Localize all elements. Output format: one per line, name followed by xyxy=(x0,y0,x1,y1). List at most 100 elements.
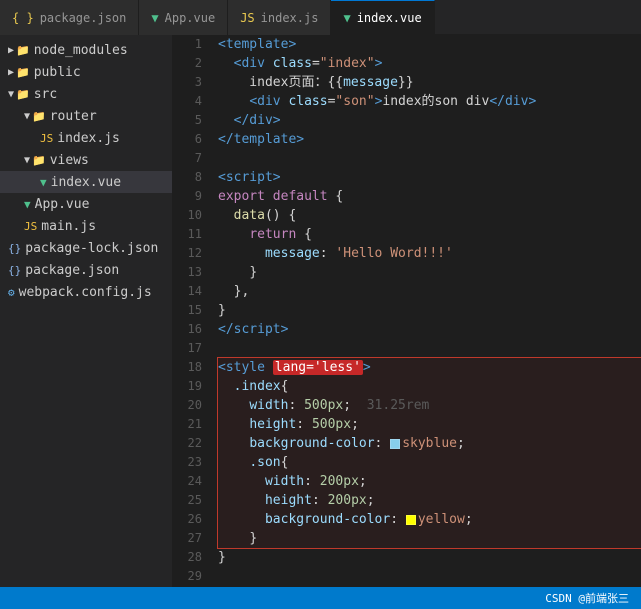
ln20: 20 xyxy=(172,396,202,415)
sidebar-item-public[interactable]: ▶ 📁 public xyxy=(0,61,172,83)
ln3: 3 xyxy=(172,73,202,92)
sidebar-label: main.js xyxy=(41,219,96,234)
ln25: 25 xyxy=(172,491,202,510)
tab-label: index.vue xyxy=(357,11,422,25)
sidebar-label: App.vue xyxy=(35,197,90,212)
code-line-22: background-color: skyblue; xyxy=(218,434,641,453)
sidebar-item-node_modules[interactable]: ▶ 📁 node_modules xyxy=(0,39,172,61)
code-line-23: .son{ xyxy=(218,453,641,472)
code-line-25: height: 200px; xyxy=(218,491,641,510)
ln7: 7 xyxy=(172,149,202,168)
code-editor[interactable]: 1 2 3 4 5 6 7 8 9 10 11 12 13 14 15 16 1… xyxy=(172,35,641,587)
arrow-icon: ▼ xyxy=(24,111,30,122)
json-file-icon: {} xyxy=(8,242,21,255)
code-line-17 xyxy=(218,339,641,358)
ln15: 15 xyxy=(172,301,202,320)
code-area: <template> <div class="index"> index页面：{… xyxy=(210,35,641,587)
sidebar-item-main-js[interactable]: JS main.js xyxy=(0,215,172,237)
folder-icon: 📁 xyxy=(16,66,30,79)
code-line-11: return { xyxy=(218,225,641,244)
ln4: 4 xyxy=(172,92,202,111)
sidebar-label: package.json xyxy=(25,263,119,278)
sidebar-label: views xyxy=(50,153,89,168)
tab-label: package.json xyxy=(40,11,127,25)
sidebar-item-src[interactable]: ▼ 📁 src xyxy=(0,83,172,105)
code-line-14: }, xyxy=(218,282,641,301)
vue-file-icon: ▼ xyxy=(40,176,47,189)
code-line-24: width: 200px; xyxy=(218,472,641,491)
code-line-12: message: 'Hello Word!!!' xyxy=(218,244,641,263)
code-line-1: <template> xyxy=(218,35,641,54)
code-line-15: } xyxy=(218,301,641,320)
code-line-2: <div class="index"> xyxy=(218,54,641,73)
status-bar: CSDN @前端张三 xyxy=(0,587,641,609)
folder-icon: 📁 xyxy=(32,154,46,167)
ln8: 8 xyxy=(172,168,202,187)
ln2: 2 xyxy=(172,54,202,73)
ln16: 16 xyxy=(172,320,202,339)
code-line-28: } xyxy=(218,548,641,567)
vue-file-icon: ▼ xyxy=(24,198,31,211)
ln1: 1 xyxy=(172,35,202,54)
vue-icon-active: ▼ xyxy=(343,11,350,25)
line-numbers: 1 2 3 4 5 6 7 8 9 10 11 12 13 14 15 16 1… xyxy=(172,35,210,587)
code-line-20: width: 500px; 31.25rem xyxy=(218,396,641,415)
sidebar-item-index-js[interactable]: JS index.js xyxy=(0,127,172,149)
sidebar-label: webpack.config.js xyxy=(19,285,152,300)
ln27: 27 xyxy=(172,529,202,548)
code-line-13: } xyxy=(218,263,641,282)
ln12: 12 xyxy=(172,244,202,263)
sidebar-item-index-vue[interactable]: ▼ index.vue xyxy=(0,171,172,193)
sidebar-label: src xyxy=(34,87,57,102)
tab-index-vue[interactable]: ▼ index.vue xyxy=(331,0,434,35)
js-file-icon: JS xyxy=(24,220,37,233)
ln10: 10 xyxy=(172,206,202,225)
ln9: 9 xyxy=(172,187,202,206)
sidebar-label: node_modules xyxy=(34,43,128,58)
sidebar: ▶ 📁 node_modules ▶ 📁 public ▼ 📁 src ▼ 📁 … xyxy=(0,35,172,587)
sidebar-item-views[interactable]: ▼ 📁 views xyxy=(0,149,172,171)
code-line-16: </script> xyxy=(218,320,641,339)
ln23: 23 xyxy=(172,453,202,472)
sidebar-item-webpack[interactable]: ⚙ webpack.config.js xyxy=(0,281,172,303)
folder-icon: 📁 xyxy=(16,44,30,57)
code-line-9: export default { xyxy=(218,187,641,206)
code-line-8: <script> xyxy=(218,168,641,187)
sidebar-label: public xyxy=(34,65,81,80)
tab-app-vue[interactable]: ▼ App.vue xyxy=(139,0,228,35)
sidebar-item-package-lock[interactable]: {} package-lock.json xyxy=(0,237,172,259)
sidebar-item-package-json[interactable]: {} package.json xyxy=(0,259,172,281)
code-line-21: height: 500px; xyxy=(218,415,641,434)
sidebar-item-router[interactable]: ▼ 📁 router xyxy=(0,105,172,127)
js-file-icon: JS xyxy=(40,132,53,145)
sidebar-label: index.js xyxy=(57,131,120,146)
ln18: 18 xyxy=(172,358,202,377)
tab-package-json[interactable]: { } package.json xyxy=(0,0,139,35)
code-line-3: index页面：{{message}} xyxy=(218,73,641,92)
ln26: 26 xyxy=(172,510,202,529)
code-line-19: .index{ xyxy=(218,377,641,396)
code-line-7 xyxy=(218,149,641,168)
ln5: 5 xyxy=(172,111,202,130)
arrow-icon: ▶ xyxy=(8,67,14,78)
ln28: 28 xyxy=(172,548,202,567)
arrow-icon: ▼ xyxy=(8,89,14,100)
ln29: 29 xyxy=(172,567,202,586)
sidebar-label: router xyxy=(50,109,97,124)
sidebar-item-app-vue[interactable]: ▼ App.vue xyxy=(0,193,172,215)
code-line-18: <style lang='less'> xyxy=(218,358,641,377)
webpack-file-icon: ⚙ xyxy=(8,286,15,299)
ln13: 13 xyxy=(172,263,202,282)
tab-bar: { } package.json ▼ App.vue JS index.js ▼… xyxy=(0,0,641,35)
ln21: 21 xyxy=(172,415,202,434)
code-line-27: } xyxy=(218,529,641,548)
json-icon: { } xyxy=(12,11,34,25)
ln17: 17 xyxy=(172,339,202,358)
tab-index-js[interactable]: JS index.js xyxy=(228,0,331,35)
tab-label: App.vue xyxy=(165,11,216,25)
sidebar-label: package-lock.json xyxy=(25,241,158,256)
ln11: 11 xyxy=(172,225,202,244)
code-line-26: background-color: yellow; xyxy=(218,510,641,529)
folder-icon: 📁 xyxy=(32,110,46,123)
code-line-6: </template> xyxy=(218,130,641,149)
